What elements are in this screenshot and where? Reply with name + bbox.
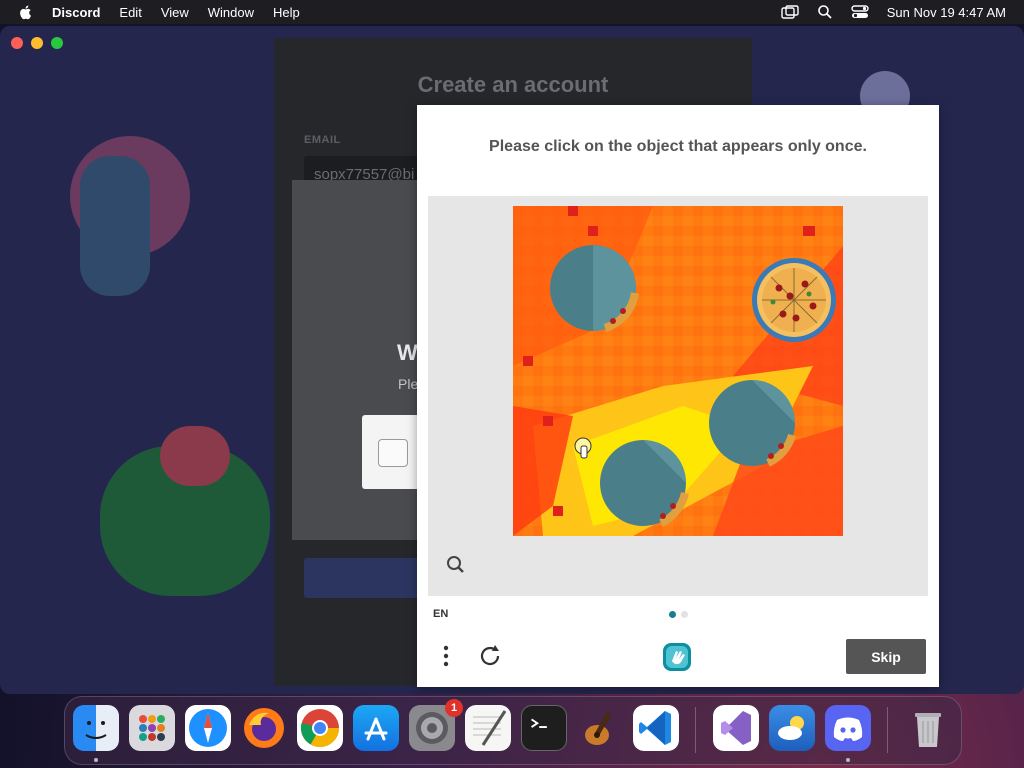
refresh-icon[interactable] — [477, 643, 503, 669]
finder-icon[interactable] — [73, 705, 119, 751]
menu-window[interactable]: Window — [208, 5, 254, 20]
discord-icon[interactable] — [825, 705, 871, 751]
garageband-icon[interactable] — [577, 705, 623, 751]
create-account-title: Create an account — [417, 72, 609, 97]
vscode-icon[interactable] — [633, 705, 679, 751]
menu-view[interactable]: View — [161, 5, 189, 20]
menu-bar: Discord Edit View Window Help Sun Nov 19… — [0, 0, 1024, 24]
menu-app-name[interactable]: Discord — [52, 5, 100, 20]
terminal-icon[interactable] — [521, 705, 567, 751]
hcaptcha-checkbox[interactable] — [378, 439, 408, 467]
visual-studio-icon[interactable] — [713, 705, 759, 751]
control-center-icon[interactable] — [851, 5, 869, 19]
captcha-task-image[interactable] — [513, 206, 843, 536]
verify-subtext: Ple — [398, 376, 419, 392]
captcha-object-pizza-sea-3[interactable] — [600, 440, 689, 527]
illustration-character-hair — [160, 426, 230, 486]
captcha-object-pizza-sea-1[interactable] — [550, 245, 639, 332]
menu-help[interactable]: Help — [273, 5, 300, 20]
dock-separator-2 — [887, 707, 888, 753]
captcha-object-pizza-sea-2[interactable] — [709, 380, 796, 467]
zoom-search-icon[interactable] — [445, 554, 467, 576]
skip-button[interactable]: Skip — [846, 639, 926, 674]
launchpad-icon[interactable] — [129, 705, 175, 751]
system-settings-icon[interactable]: 1 — [409, 699, 463, 751]
discord-running-indicator — [846, 758, 850, 762]
textedit-icon[interactable] — [465, 705, 511, 751]
illustration-character-body — [80, 156, 150, 296]
safari-icon[interactable] — [185, 705, 231, 751]
zoom-window-button[interactable] — [51, 37, 63, 49]
captcha-object-pizza-whole[interactable] — [752, 258, 836, 342]
language-selector[interactable]: EN — [433, 608, 448, 620]
dock-separator — [695, 707, 696, 753]
more-options-icon[interactable] — [437, 643, 455, 669]
menu-clock[interactable]: Sun Nov 19 4:47 AM — [887, 5, 1006, 20]
trash-icon[interactable] — [905, 705, 951, 751]
pager-dot — [681, 611, 688, 618]
dock: 1 — [64, 696, 962, 765]
system-settings-badge: 1 — [445, 699, 463, 717]
spotlight-search-icon[interactable] — [817, 4, 833, 20]
chrome-icon[interactable] — [297, 705, 343, 751]
hcaptcha-logo-icon — [663, 643, 691, 671]
firefox-icon[interactable] — [241, 705, 287, 751]
captcha-prompt: Please click on the object that appears … — [489, 138, 867, 155]
verify-heading: W — [397, 340, 418, 365]
captcha-challenge: Please click on the object that appears … — [417, 105, 939, 687]
pager-dot-active — [669, 611, 676, 618]
minimize-window-button[interactable] — [31, 37, 43, 49]
close-window-button[interactable] — [11, 37, 23, 49]
app-store-icon[interactable] — [353, 705, 399, 751]
screen-mirroring-icon[interactable] — [781, 5, 799, 19]
weather-icon[interactable] — [769, 705, 815, 751]
captcha-task-area — [428, 196, 928, 596]
finder-running-indicator — [94, 758, 98, 762]
menu-edit[interactable]: Edit — [119, 5, 141, 20]
email-label: EMAIL — [304, 134, 341, 146]
apple-icon[interactable] — [18, 4, 34, 20]
